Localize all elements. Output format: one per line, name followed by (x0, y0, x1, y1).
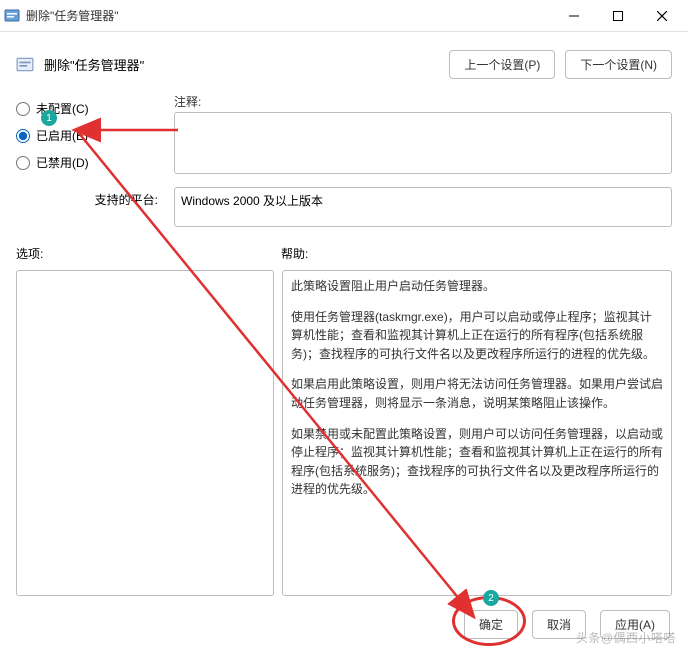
radio-group: 未配置(C) 1 已启用(E) 已禁用(D) (16, 93, 166, 177)
maximize-button[interactable] (596, 1, 640, 31)
apply-button[interactable]: 应用(A) (600, 610, 670, 639)
window-title: 删除"任务管理器" (26, 7, 552, 24)
radio-disabled[interactable]: 已禁用(D) (16, 149, 166, 176)
radio-enabled-input[interactable] (16, 129, 30, 143)
window-controls (552, 1, 684, 31)
help-paragraph: 如果启用此策略设置，则用户将无法访问任务管理器。如果用户尝试启动任务管理器，则将… (291, 375, 663, 412)
ok-button[interactable]: 确定 (464, 610, 518, 639)
next-setting-button[interactable]: 下一个设置(N) (565, 50, 672, 79)
radio-enabled[interactable]: 1 已启用(E) (16, 122, 166, 149)
section-labels: 选项: 帮助: (0, 237, 688, 266)
header: 删除"任务管理器" 上一个设置(P) 下一个设置(N) (0, 32, 688, 89)
titlebar: 删除"任务管理器" (0, 0, 688, 32)
policy-icon (16, 56, 34, 74)
footer: 2 确定 取消 应用(A) (0, 604, 688, 649)
annotation-badge-1: 1 (41, 110, 57, 126)
radio-not-configured[interactable]: 未配置(C) (16, 95, 166, 122)
comment-input[interactable] (174, 112, 672, 174)
platform-row: 支持的平台: Windows 2000 及以上版本 (0, 185, 688, 237)
config-area: 未配置(C) 1 已启用(E) 已禁用(D) 注释: (0, 89, 688, 185)
minimize-button[interactable] (552, 1, 596, 31)
comment-label: 注释: (174, 93, 672, 110)
help-panel: 此策略设置阻止用户启动任务管理器。 使用任务管理器(taskmgr.exe)，用… (282, 270, 672, 596)
help-label: 帮助: (281, 245, 672, 262)
cancel-button[interactable]: 取消 (532, 610, 586, 639)
options-label: 选项: (16, 245, 281, 262)
radio-enabled-label: 已启用(E) (36, 127, 88, 144)
platform-value: Windows 2000 及以上版本 (174, 187, 672, 227)
page-title: 删除"任务管理器" (44, 55, 439, 74)
radio-disabled-input[interactable] (16, 156, 30, 170)
platform-label: 支持的平台: (16, 187, 166, 208)
previous-setting-button[interactable]: 上一个设置(P) (449, 50, 555, 79)
help-paragraph: 使用任务管理器(taskmgr.exe)，用户可以启动或停止程序；监视其计算机性… (291, 308, 663, 364)
help-paragraph: 此策略设置阻止用户启动任务管理器。 (291, 277, 663, 296)
annotation-badge-2: 2 (483, 590, 499, 606)
radio-disabled-label: 已禁用(D) (36, 154, 89, 171)
panels: 此策略设置阻止用户启动任务管理器。 使用任务管理器(taskmgr.exe)，用… (0, 266, 688, 604)
close-button[interactable] (640, 1, 684, 31)
options-panel (16, 270, 274, 596)
app-icon (4, 8, 20, 24)
radio-not-configured-input[interactable] (16, 102, 30, 116)
help-paragraph: 如果禁用或未配置此策略设置，则用户可以访问任务管理器，以启动或停止程序；监视其计… (291, 425, 663, 499)
